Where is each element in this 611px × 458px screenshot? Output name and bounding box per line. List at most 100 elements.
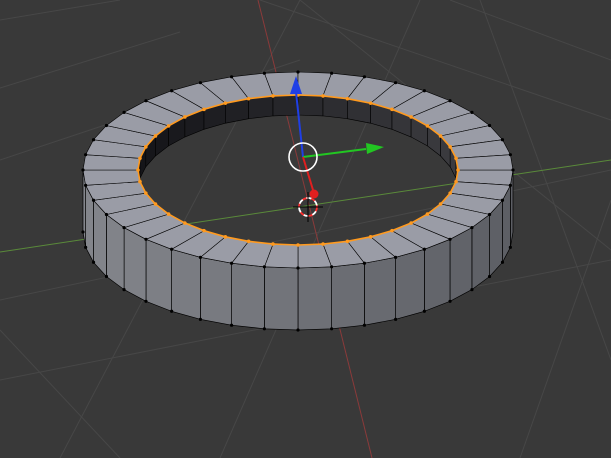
- vertex[interactable]: [508, 183, 512, 187]
- selected-vertex[interactable]: [448, 191, 452, 195]
- vertex[interactable]: [394, 317, 398, 321]
- vertex[interactable]: [500, 198, 505, 202]
- selected-vertex[interactable]: [246, 239, 251, 244]
- selected-vertex[interactable]: [390, 107, 394, 112]
- vertex[interactable]: [81, 230, 85, 234]
- vertex[interactable]: [91, 198, 96, 202]
- selected-vertex[interactable]: [223, 101, 228, 105]
- vertex[interactable]: [394, 81, 398, 85]
- vertex[interactable]: [487, 123, 492, 128]
- vertex[interactable]: [330, 265, 334, 269]
- vertex[interactable]: [448, 99, 452, 103]
- selected-vertex[interactable]: [296, 243, 300, 247]
- vertex[interactable]: [144, 299, 148, 303]
- selected-vertex[interactable]: [166, 124, 171, 128]
- vertex[interactable]: [229, 261, 234, 265]
- selected-vertex[interactable]: [144, 145, 148, 149]
- selected-vertex[interactable]: [271, 94, 275, 98]
- vertex[interactable]: [470, 288, 474, 292]
- vertex[interactable]: [500, 138, 505, 142]
- vertex[interactable]: [104, 274, 109, 279]
- selected-vertex[interactable]: [223, 235, 228, 239]
- vertex[interactable]: [144, 99, 148, 103]
- selected-vertex[interactable]: [202, 228, 206, 233]
- vertex[interactable]: [508, 153, 512, 157]
- vertex[interactable]: [170, 89, 174, 93]
- vertex[interactable]: [422, 89, 426, 93]
- selected-vertex[interactable]: [183, 115, 187, 119]
- vertex[interactable]: [362, 323, 367, 327]
- outer-wall-face[interactable]: [123, 227, 147, 302]
- vertex[interactable]: [144, 237, 148, 241]
- selected-vertex[interactable]: [166, 212, 171, 216]
- vertex[interactable]: [198, 317, 202, 321]
- vertex[interactable]: [198, 255, 202, 259]
- inner-wall-face[interactable]: [272, 94, 299, 117]
- vertex[interactable]: [91, 138, 96, 142]
- vertex[interactable]: [170, 247, 174, 251]
- selected-vertex[interactable]: [138, 179, 142, 184]
- vertex[interactable]: [362, 75, 367, 79]
- selected-vertex[interactable]: [456, 168, 460, 172]
- selected-vertex[interactable]: [454, 156, 458, 161]
- selected-edge[interactable]: [272, 243, 299, 246]
- inner-wall-face[interactable]: [322, 95, 348, 120]
- selected-vertex[interactable]: [438, 202, 443, 206]
- selected-vertex[interactable]: [183, 221, 187, 225]
- outer-wall-face[interactable]: [171, 248, 201, 320]
- vertex[interactable]: [511, 168, 515, 172]
- vertex[interactable]: [229, 75, 234, 79]
- vertex[interactable]: [170, 309, 174, 313]
- inner-wall-face[interactable]: [297, 94, 324, 117]
- outer-wall-face[interactable]: [297, 266, 332, 331]
- vertex[interactable]: [262, 71, 266, 75]
- vertex[interactable]: [508, 245, 512, 249]
- vertex[interactable]: [470, 226, 474, 230]
- vertex[interactable]: [104, 123, 109, 128]
- vertex[interactable]: [262, 327, 266, 331]
- vertex[interactable]: [229, 323, 234, 327]
- vertex[interactable]: [84, 153, 88, 157]
- vertex[interactable]: [422, 247, 426, 251]
- outer-wall-face[interactable]: [449, 227, 473, 302]
- vertex[interactable]: [122, 110, 126, 114]
- outer-wall-face[interactable]: [331, 262, 365, 330]
- viewport-scene[interactable]: [0, 0, 611, 458]
- 3d-viewport[interactable]: [0, 0, 611, 458]
- selected-vertex[interactable]: [454, 179, 458, 184]
- vertex[interactable]: [422, 309, 426, 313]
- selected-vertex[interactable]: [409, 221, 413, 225]
- selected-vertex[interactable]: [368, 101, 373, 105]
- vertex[interactable]: [296, 266, 300, 270]
- outer-wall-face[interactable]: [264, 266, 299, 331]
- selected-vertex[interactable]: [246, 96, 251, 101]
- selected-vertex[interactable]: [153, 202, 158, 206]
- outer-wall-face[interactable]: [200, 256, 232, 326]
- selected-vertex[interactable]: [136, 168, 140, 172]
- vertex[interactable]: [330, 71, 334, 75]
- selected-vertex[interactable]: [345, 239, 350, 244]
- vertex[interactable]: [487, 212, 492, 217]
- vertex[interactable]: [91, 260, 96, 264]
- selected-vertex[interactable]: [409, 115, 413, 119]
- selected-vertex[interactable]: [153, 134, 158, 138]
- selected-vertex[interactable]: [144, 191, 148, 195]
- vertex[interactable]: [487, 274, 492, 279]
- vertex[interactable]: [500, 260, 505, 264]
- selected-vertex[interactable]: [321, 242, 325, 246]
- selected-edge[interactable]: [297, 94, 324, 97]
- outer-wall-face[interactable]: [424, 238, 451, 312]
- selected-vertex[interactable]: [438, 134, 443, 138]
- vertex[interactable]: [84, 245, 88, 249]
- vertex[interactable]: [362, 261, 367, 265]
- vertex[interactable]: [330, 327, 334, 331]
- vertex[interactable]: [262, 265, 266, 269]
- selected-edge[interactable]: [272, 94, 299, 97]
- vertex[interactable]: [296, 70, 300, 74]
- vertex[interactable]: [448, 237, 452, 241]
- vertex[interactable]: [296, 328, 300, 332]
- gizmo-x-handle[interactable]: [309, 189, 319, 199]
- vertex[interactable]: [198, 81, 202, 85]
- vertex[interactable]: [104, 212, 109, 217]
- vertex[interactable]: [122, 288, 126, 292]
